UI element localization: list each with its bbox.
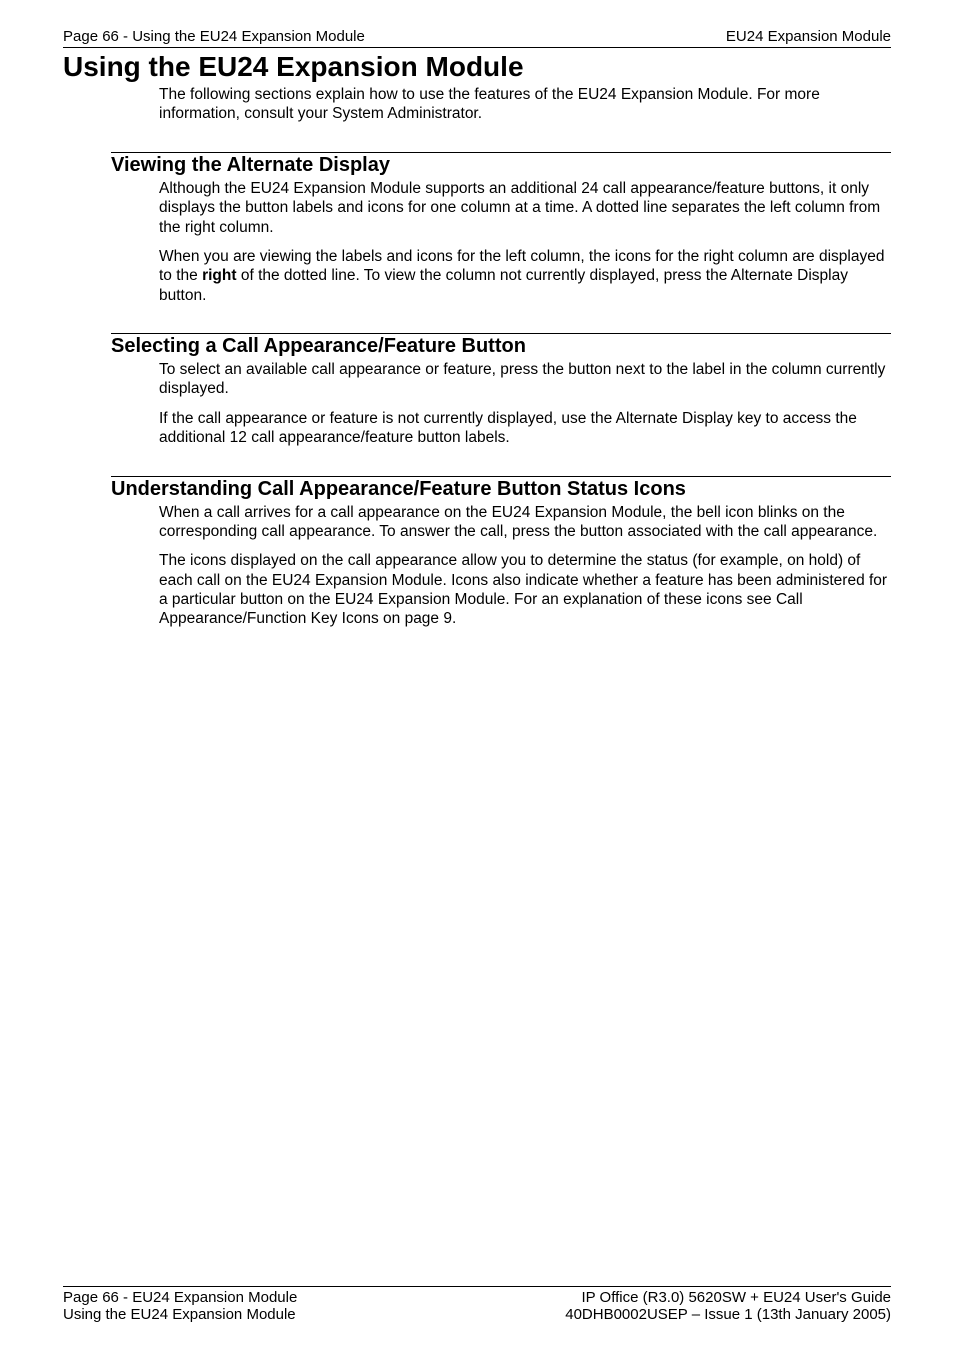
section-heading: Understanding Call Appearance/Feature Bu… [111,478,891,501]
text: of the dotted line. To view the column n… [159,267,848,303]
footer-right-line2: 40DHB0002USEP – Issue 1 (13th January 20… [565,1306,891,1323]
section-divider [111,152,891,153]
document-page: Page 66 - Using the EU24 Expansion Modul… [0,0,954,1351]
paragraph: When a call arrives for a call appearanc… [159,503,891,542]
paragraph: To select an available call appearance o… [159,360,891,399]
paragraph: When you are viewing the labels and icon… [159,247,891,305]
section-body: To select an available call appearance o… [159,360,891,448]
text: If the call appearance or feature is not… [159,410,857,446]
footer-left-line2: Using the EU24 Expansion Module [63,1306,297,1323]
section-heading: Selecting a Call Appearance/Feature Butt… [111,335,891,358]
footer-right-line1: IP Office (R3.0) 5620SW + EU24 User's Gu… [565,1289,891,1306]
intro-paragraph: The following sections explain how to us… [159,85,891,124]
page-footer: Page 66 - EU24 Expansion Module Using th… [63,1286,891,1323]
text: To select an available call appearance o… [159,361,885,397]
paragraph: Although the EU24 Expansion Module suppo… [159,179,891,237]
section-body: When a call arrives for a call appearanc… [159,503,891,629]
footer-right: IP Office (R3.0) 5620SW + EU24 User's Gu… [565,1289,891,1323]
header-left: Page 66 - Using the EU24 Expansion Modul… [63,28,365,45]
text: The icons displayed on the call appearan… [159,552,887,627]
text: Although the EU24 Expansion Module suppo… [159,180,880,236]
text-bold: right [202,267,236,284]
footer-left: Page 66 - EU24 Expansion Module Using th… [63,1289,297,1323]
page-header: Page 66 - Using the EU24 Expansion Modul… [63,28,891,48]
text: When a call arrives for a call appearanc… [159,504,877,540]
footer-left-line1: Page 66 - EU24 Expansion Module [63,1289,297,1306]
paragraph: The icons displayed on the call appearan… [159,551,891,629]
header-right: EU24 Expansion Module [726,28,891,45]
section-heading: Viewing the Alternate Display [111,154,891,177]
section-divider [111,476,891,477]
page-title: Using the EU24 Expansion Module [63,51,891,83]
section-body: Although the EU24 Expansion Module suppo… [159,179,891,305]
section-divider [111,333,891,334]
paragraph: If the call appearance or feature is not… [159,409,891,448]
